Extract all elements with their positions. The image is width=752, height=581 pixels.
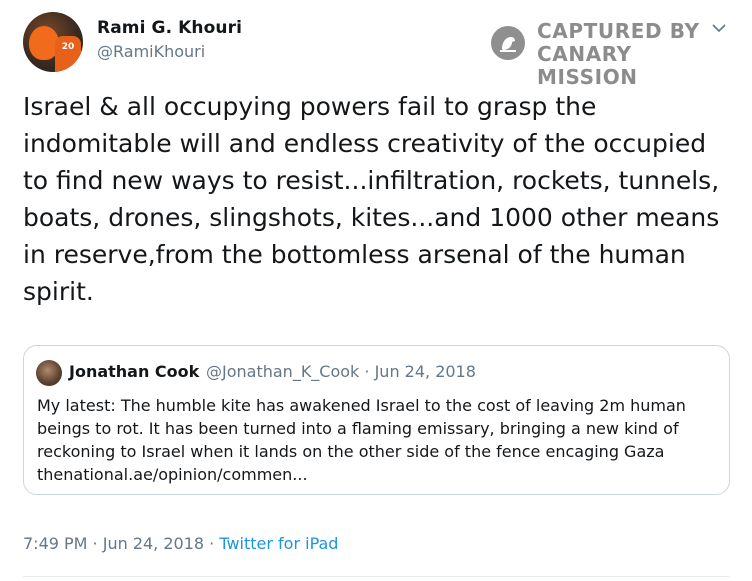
watermark-line2: CANARY MISSION — [537, 42, 638, 89]
quoted-tweet[interactable]: Jonathan Cook @Jonathan_K_Cook · Jun 24,… — [23, 345, 730, 495]
divider — [23, 576, 730, 577]
quoted-author-avatar — [36, 360, 62, 386]
timestamp[interactable]: 7:49 PM · Jun 24, 2018 · — [23, 534, 219, 553]
chevron-down-icon[interactable] — [712, 18, 726, 33]
tweet: 20 Rami G. Khouri @RamiKhouri CAPTURED B… — [0, 0, 752, 581]
author-handle[interactable]: @RamiKhouri — [97, 42, 205, 61]
tweet-footer: 7:49 PM · Jun 24, 2018 · Twitter for iPa… — [23, 534, 338, 553]
canary-logo-icon — [491, 26, 525, 60]
watermark: CAPTURED BY CANARY MISSION — [491, 20, 731, 89]
watermark-line1: CAPTURED BY — [537, 19, 700, 43]
author-name[interactable]: Rami G. Khouri — [97, 18, 242, 38]
jersey: 20 — [55, 36, 81, 72]
source-link[interactable]: Twitter for iPad — [219, 534, 338, 553]
tweet-text: Israel & all occupying powers fail to gr… — [23, 92, 720, 306]
author-avatar[interactable]: 20 — [23, 12, 83, 72]
quoted-text: My latest: The humble kite has awakened … — [37, 396, 686, 484]
quoted-author-name: Jonathan Cook — [69, 362, 200, 381]
watermark-text: CAPTURED BY CANARY MISSION — [537, 20, 737, 89]
quoted-meta: @Jonathan_K_Cook · Jun 24, 2018 — [206, 362, 476, 381]
